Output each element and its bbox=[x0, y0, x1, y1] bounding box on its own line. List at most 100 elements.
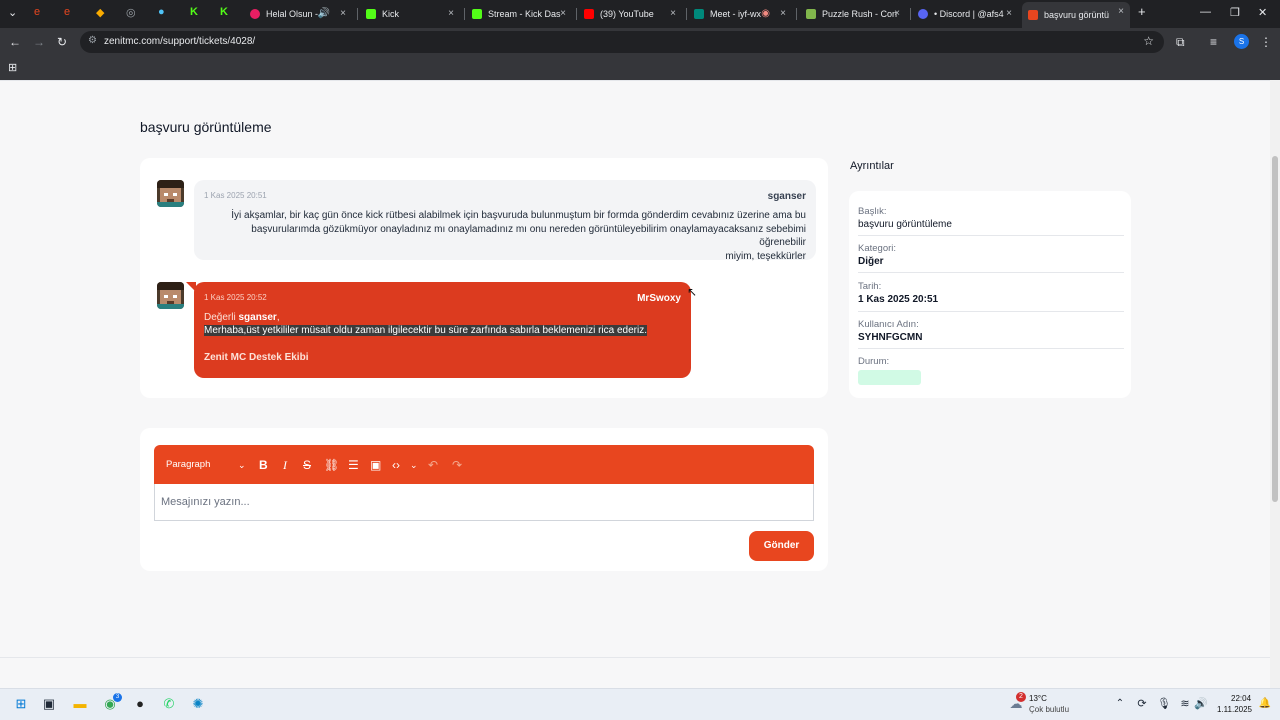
tab-close-icon[interactable]: × bbox=[780, 8, 786, 19]
pinned-tab-icon[interactable]: ● bbox=[158, 6, 165, 18]
chevron-up-icon[interactable]: ⌃ bbox=[1112, 696, 1128, 712]
undo-icon[interactable]: ↶ bbox=[428, 458, 438, 472]
italic-icon[interactable]: I bbox=[283, 458, 287, 472]
whatsapp-icon[interactable]: ✆ bbox=[161, 696, 177, 712]
network-app-icon[interactable]: ✺ bbox=[190, 696, 206, 712]
extensions-icon[interactable]: ⧉ bbox=[1176, 34, 1185, 50]
message-input[interactable]: Mesajınızı yazın... bbox=[154, 484, 814, 521]
browser-toolbar: ← → ↻ ⚙ zenitmc.com/support/tickets/4028… bbox=[0, 28, 1280, 56]
speaker-icon[interactable]: 🔊 bbox=[318, 8, 330, 19]
bookmark-star-icon[interactable]: ☆ bbox=[1143, 34, 1154, 48]
sync-icon[interactable]: ⟳ bbox=[1134, 696, 1150, 712]
tab-favicon-icon bbox=[366, 9, 376, 19]
bookmarks-bar: ⊞ bbox=[0, 56, 1280, 80]
new-tab-icon[interactable]: + bbox=[1138, 4, 1146, 19]
media-controls-icon[interactable]: ≡ bbox=[1210, 34, 1217, 50]
scrollbar-thumb[interactable] bbox=[1272, 156, 1278, 502]
tab-stream-kick[interactable]: Stream - Kick Das × bbox=[466, 4, 572, 24]
close-window-icon[interactable]: ✕ bbox=[1258, 6, 1267, 19]
message-body: İyi akşamlar, bir kaç gün önce kick rütb… bbox=[231, 210, 806, 262]
status-badge bbox=[858, 370, 921, 385]
redo-icon[interactable]: ↷ bbox=[452, 458, 462, 472]
clock-date[interactable]: 1.11.2025 bbox=[1217, 705, 1252, 714]
microphone-icon[interactable]: 🎙 bbox=[1156, 696, 1172, 712]
divider bbox=[858, 311, 1124, 312]
tab-close-icon[interactable]: × bbox=[1118, 6, 1124, 17]
site-header-divider bbox=[0, 80, 1270, 81]
tab-favicon-icon bbox=[806, 9, 816, 19]
apps-grid-icon[interactable]: ⊞ bbox=[8, 61, 17, 74]
avatar bbox=[157, 282, 184, 309]
editor-toolbar bbox=[154, 445, 814, 484]
tab-search-icon[interactable]: ⌄ bbox=[8, 6, 17, 19]
footer-divider bbox=[0, 657, 1270, 658]
chevron-down-icon[interactable]: ⌄ bbox=[238, 458, 246, 472]
app-icon[interactable]: ● bbox=[132, 696, 148, 712]
tab-helal-olsun[interactable]: Helal Olsun - 🔊 × bbox=[244, 4, 352, 24]
tab-favicon-icon bbox=[918, 9, 928, 19]
message-signature: Zenit MC Destek Ekibi bbox=[204, 352, 309, 363]
tab-meet[interactable]: Meet - iyf-wx ◉ × bbox=[688, 4, 792, 24]
image-icon[interactable]: ▣ bbox=[370, 458, 381, 472]
start-icon[interactable]: ⊞ bbox=[13, 696, 29, 712]
profile-avatar[interactable]: S bbox=[1234, 34, 1249, 49]
pinned-tab-icon[interactable]: ◆ bbox=[96, 6, 104, 19]
code-icon[interactable]: ‹› bbox=[392, 458, 400, 472]
pinned-tab-icon[interactable]: ◎ bbox=[126, 6, 136, 19]
volume-icon[interactable]: 🔊 bbox=[1193, 696, 1209, 712]
tab-close-icon[interactable]: × bbox=[894, 8, 900, 19]
send-button[interactable]: Gönder bbox=[749, 531, 814, 561]
detail-label-status: Durum: bbox=[858, 356, 890, 367]
pinned-tab-icon[interactable]: e bbox=[34, 6, 40, 18]
bulleted-list-icon[interactable]: ☰ bbox=[348, 458, 359, 472]
browser-tab-strip: ⌄ e e ◆ ◎ ● K K Helal Olsun - 🔊 × Kick ×… bbox=[0, 0, 1280, 28]
detail-value-date: 1 Kas 2025 20:51 bbox=[858, 294, 939, 305]
clock-time[interactable]: 22:04 bbox=[1231, 694, 1251, 703]
site-info-icon[interactable]: ⚙ bbox=[88, 35, 97, 46]
block-format-select[interactable]: Paragraph bbox=[166, 458, 210, 472]
detail-value-category: Diğer bbox=[858, 256, 884, 267]
pinned-tab-icon[interactable]: e bbox=[64, 6, 70, 18]
detail-label-category: Kategori: bbox=[858, 243, 897, 254]
maximize-icon[interactable]: ❐ bbox=[1230, 6, 1240, 19]
chevron-down-icon[interactable]: ⌄ bbox=[410, 458, 418, 472]
tab-close-icon[interactable]: × bbox=[448, 8, 454, 19]
message-time: 1 Kas 2025 20:51 bbox=[204, 191, 267, 200]
recording-icon: ◉ bbox=[761, 8, 770, 19]
page-title: başvuru görüntüleme bbox=[140, 119, 272, 135]
tab-close-icon[interactable]: × bbox=[340, 8, 346, 19]
forward-icon[interactable]: → bbox=[33, 34, 45, 50]
menu-icon[interactable]: ⋮ bbox=[1260, 34, 1272, 50]
tab-close-icon[interactable]: × bbox=[560, 8, 566, 19]
wifi-icon[interactable]: ≋ bbox=[1177, 696, 1193, 712]
detail-label-title: Başlık: bbox=[858, 206, 887, 217]
link-icon[interactable]: ⛓ bbox=[324, 458, 339, 472]
tab-close-icon[interactable]: × bbox=[1006, 8, 1012, 19]
tab-basvuru[interactable]: başvuru görüntü × bbox=[1022, 2, 1130, 28]
tab-youtube[interactable]: (39) YouTube × bbox=[578, 4, 682, 24]
message-greeting: Değerli sganser, bbox=[204, 312, 280, 323]
user-message: 1 Kas 2025 20:51 sganser İyi akşamlar, b… bbox=[194, 180, 816, 262]
bold-icon[interactable]: B bbox=[259, 458, 268, 472]
tab-kick[interactable]: Kick × bbox=[360, 4, 460, 24]
reload-icon[interactable]: ↻ bbox=[57, 34, 67, 50]
task-view-icon[interactable]: ▣ bbox=[41, 696, 57, 712]
detail-label-username: Kullanıcı Adın: bbox=[858, 319, 919, 330]
notification-icon[interactable]: 🔔 bbox=[1257, 696, 1273, 712]
minimize-icon[interactable]: — bbox=[1200, 6, 1211, 18]
weather-badge: 2 bbox=[1016, 692, 1026, 702]
tab-discord[interactable]: • Discord | @afs4 × bbox=[912, 4, 1018, 24]
address-bar[interactable]: ⚙ zenitmc.com/support/tickets/4028/ ☆ bbox=[80, 31, 1164, 53]
message-time: 1 Kas 2025 20:52 bbox=[204, 293, 267, 302]
tab-close-icon[interactable]: × bbox=[670, 8, 676, 19]
strikethrough-icon[interactable]: S bbox=[303, 458, 311, 472]
tab-puzzle-rush[interactable]: Puzzle Rush - Con × bbox=[800, 4, 906, 24]
detail-value-title: başvuru görüntüleme bbox=[858, 219, 952, 230]
detail-value-username: SYHNFGCMN bbox=[858, 332, 923, 343]
pinned-tab-icon[interactable]: K bbox=[190, 6, 198, 18]
pinned-tab-icon[interactable]: K bbox=[220, 6, 228, 18]
divider bbox=[858, 235, 1124, 236]
back-icon[interactable]: ← bbox=[9, 34, 21, 50]
mouse-cursor-icon: ↖ bbox=[687, 285, 698, 299]
file-explorer-icon[interactable]: ▬ bbox=[72, 696, 88, 712]
